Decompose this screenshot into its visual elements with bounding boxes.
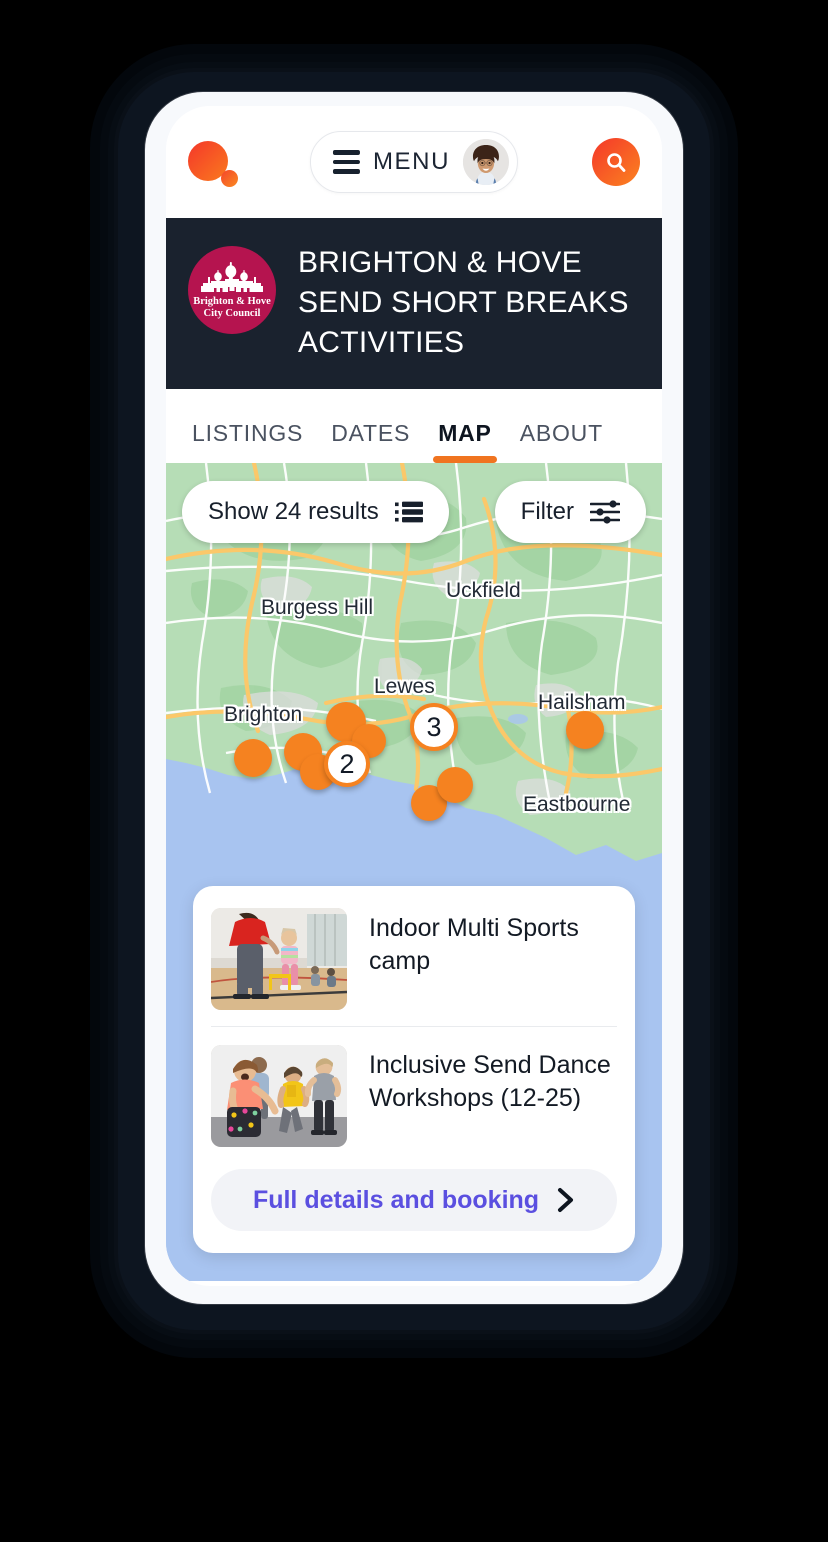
show-results-label: Show 24 results	[208, 498, 379, 525]
map-marker[interactable]	[566, 711, 604, 749]
map-marker[interactable]	[437, 767, 473, 803]
show-results-button[interactable]: Show 24 results	[182, 481, 449, 543]
list-item[interactable]: Inclusive Send Dance Workshops (12-25)	[211, 1026, 617, 1163]
map-view[interactable]: Burgess Hill Uckfield Lewes Brighton Hai…	[166, 463, 662, 1281]
map-controls: Show 24 results Filter	[182, 481, 646, 543]
app-bar: MENU	[166, 106, 662, 218]
filter-button[interactable]: Filter	[494, 481, 646, 543]
tab-bar: LISTINGS DATES MAP ABOUT	[166, 389, 662, 463]
filter-label: Filter	[520, 498, 574, 525]
hamburger-icon	[332, 150, 360, 174]
menu-label: MENU	[372, 148, 451, 175]
sliders-icon	[590, 500, 620, 524]
royal-pavilion-icon	[201, 262, 263, 293]
list-item[interactable]: Indoor Multi Sports camp	[211, 904, 617, 1026]
tab-listings[interactable]: LISTINGS	[188, 420, 317, 463]
map-marker[interactable]	[234, 739, 272, 777]
map-cluster-marker[interactable]: 2	[324, 741, 370, 787]
page-title: BRIGHTON & HOVE SEND SHORT BREAKS ACTIVI…	[298, 246, 629, 359]
brand-dot-small	[221, 170, 238, 187]
tab-map[interactable]: MAP	[424, 420, 506, 463]
search-icon	[607, 153, 626, 172]
tab-dates[interactable]: DATES	[317, 420, 424, 463]
site-title-banner: Brighton & Hove City Council BRIGHTON & …	[166, 218, 662, 389]
full-details-booking-button[interactable]: Full details and booking	[211, 1169, 617, 1231]
tab-about[interactable]: ABOUT	[506, 420, 617, 463]
menu-button[interactable]: MENU	[309, 131, 519, 193]
brand-dots-icon[interactable]	[188, 136, 248, 188]
result-title: Inclusive Send Dance Workshops (12-25)	[369, 1051, 611, 1112]
results-panel: Indoor Multi Sports camp Inclusive Send …	[193, 886, 635, 1253]
dance-workshop-photo	[211, 1045, 347, 1147]
phone-screen: MENU Brighton & Hove City Council BRIGHT…	[166, 106, 662, 1286]
search-button[interactable]	[592, 138, 640, 186]
user-avatar[interactable]	[463, 139, 510, 185]
cta-label: Full details and booking	[252, 1185, 540, 1214]
indoor-sports-photo	[211, 908, 347, 1010]
phone-frame: MENU Brighton & Hove City Council BRIGHT…	[145, 92, 683, 1304]
council-logo-text: Brighton & Hove City Council	[193, 296, 271, 319]
brighton-hove-city-council-logo: Brighton & Hove City Council	[188, 246, 276, 334]
map-cluster-marker[interactable]: 3	[410, 703, 458, 751]
chevron-right-icon	[558, 1188, 574, 1212]
list-icon	[394, 501, 423, 523]
result-title: Indoor Multi Sports camp	[369, 914, 579, 975]
